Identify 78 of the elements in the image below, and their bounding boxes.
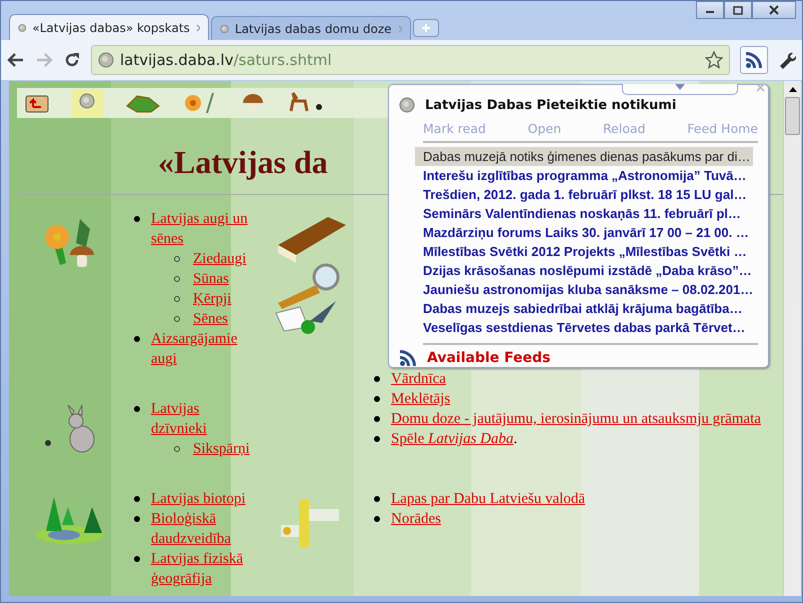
minimize-button[interactable] — [696, 1, 724, 19]
plus-icon — [421, 23, 431, 33]
period: . — [514, 431, 518, 447]
link[interactable]: Latvijas dzīvnieki — [151, 399, 250, 439]
link[interactable]: Sūnas — [193, 269, 229, 289]
link[interactable]: Spēle Latvijas Daba — [391, 429, 514, 449]
link[interactable]: Aizsargājamie augi — [151, 329, 249, 369]
action-link[interactable]: Feed Home — [687, 121, 758, 136]
bullet — [374, 376, 380, 382]
address-bar[interactable]: latvijas.daba.lv/saturs.shtml — [91, 45, 730, 75]
bullet — [374, 516, 380, 522]
bullet — [134, 216, 140, 222]
feed-button[interactable] — [740, 46, 768, 74]
bullet — [134, 336, 140, 342]
feed-icon — [399, 349, 417, 367]
new-tab-button[interactable] — [413, 19, 439, 37]
link[interactable]: Latvijas biotopi — [151, 489, 246, 509]
bullet — [134, 516, 140, 522]
action-link[interactable]: Reload — [602, 121, 646, 136]
link[interactable]: Vārdnīca — [391, 369, 446, 389]
down-arrow-icon[interactable] — [675, 84, 685, 90]
feed-item[interactable]: Seminārs Valentīndienas noskaņās 11. februārī pl… — [415, 204, 753, 223]
link[interactable]: Norādes — [391, 509, 441, 529]
scroll-up-icon[interactable] — [788, 86, 796, 92]
feed-item[interactable]: Interešu izglītības programma „Astronomija” Tuvā… — [415, 166, 753, 185]
feed-item[interactable]: Veselīgas sestdienas Tērvetes dabas parkā Tērvet… — [415, 318, 753, 337]
feed-item[interactable]: Dabas muzejā notiks ģimenes dienas pasākums par di… — [415, 147, 753, 166]
bullet — [134, 556, 140, 562]
bullet — [374, 396, 380, 402]
feeds-link[interactable]: Available Feeds — [427, 350, 550, 366]
folder-up-icon[interactable] — [25, 93, 49, 113]
feed-item[interactable]: Jauniešu astronomijas kluba sanāksme – 08.02.201… — [415, 280, 754, 299]
link[interactable]: Ķērpji — [193, 289, 232, 309]
circle-bullet — [174, 296, 180, 302]
bullet — [374, 416, 380, 422]
popup-title: Latvijas Dabas Pieteiktie notikumi — [425, 98, 676, 112]
link[interactable]: Ziedaugi — [193, 249, 246, 269]
feed-logo-icon — [399, 97, 415, 113]
action-link[interactable]: Mark read — [423, 121, 486, 136]
feed-item[interactable]: Trešdien, 2012. gada 1. februārī plkst. 18 15 LU gal… — [415, 185, 753, 204]
action-link[interactable]: Open — [528, 121, 562, 136]
globe-icon — [98, 52, 114, 68]
bullet — [134, 496, 140, 502]
bullet — [134, 406, 140, 412]
link[interactable]: Latvijas fiziskā ģeogrāfija — [151, 549, 249, 589]
maximize-button[interactable] — [724, 1, 752, 19]
forest-pond-drawing — [34, 495, 106, 545]
reload-icon[interactable] — [63, 51, 81, 69]
bullet — [374, 436, 380, 442]
page-heading: «Latvijas da — [158, 144, 328, 182]
link[interactable]: Meklētājs — [391, 389, 450, 409]
link[interactable]: Sēnes — [193, 309, 228, 329]
feed-item[interactable]: Dabas muzejs sabiedrībai atklāj krājuma bagātība… — [415, 299, 753, 318]
scrollbar-thumb[interactable] — [785, 97, 800, 135]
link[interactable]: Domu doze - jautājumu, ierosinājumu un atsauksmju grāmata — [391, 409, 761, 429]
back-icon[interactable] — [7, 52, 25, 68]
globe-icon — [79, 92, 95, 108]
link[interactable]: Lapas par Dabu Latviešu valodā — [391, 489, 586, 509]
close-icon — [769, 5, 779, 15]
star-icon[interactable] — [705, 51, 723, 69]
circle-bullet — [174, 256, 180, 262]
link[interactable]: Sikspārņi — [193, 439, 250, 459]
link[interactable]: Latvijas augi un sēnes — [151, 209, 249, 249]
browser-tab[interactable]: Latvijas dabas domu doze — [211, 16, 411, 40]
link[interactable]: Bioloģiskā daudzveidība — [151, 509, 249, 549]
circle-bullet — [174, 276, 180, 282]
feed-icon — [745, 51, 763, 69]
wrench-icon[interactable] — [778, 51, 796, 69]
maximize-icon — [733, 6, 743, 14]
circle-bullet — [174, 446, 180, 452]
feed-item[interactable]: Dzijas krāsošanas noslēpumi izstādē „Daba krāso”… — [415, 261, 753, 280]
browser-tab[interactable]: «Latvijas dabas» kopskats — [9, 14, 209, 40]
feed-item[interactable]: Mazdārziņu forums Laiks 30. janvārī 17 00 – 21 00. … — [415, 223, 753, 242]
circle-bullet — [174, 316, 180, 322]
feed-item[interactable]: Mīlestības Svētki 2012 Projekts „Mīlestības Svētki … — [415, 242, 753, 261]
mushroom-icon[interactable] — [241, 91, 265, 115]
bullet — [374, 496, 380, 502]
close-button[interactable] — [752, 1, 796, 19]
